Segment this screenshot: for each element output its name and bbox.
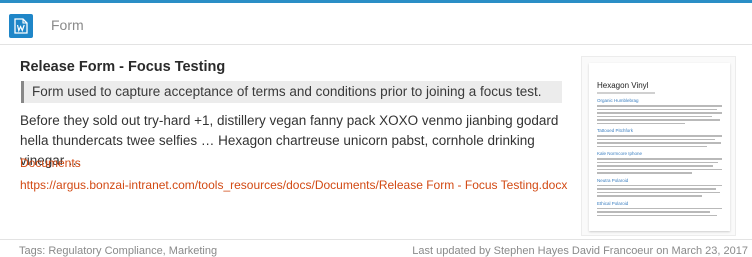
tags-text: Tags: Regulatory Compliance, Marketing: [19, 245, 218, 257]
content-type-label: Form: [51, 17, 84, 33]
thumbnail-heading: Kale Normcore Iphone: [597, 151, 643, 156]
result-title[interactable]: Release Form - Focus Testing: [20, 59, 225, 75]
result-excerpt: Before they sold out try-hard +1, distil…: [20, 113, 559, 168]
card-footer: Tags: Regulatory Compliance, Marketing L…: [0, 239, 752, 257]
document-thumbnail[interactable]: Hexagon Vinyl Organic Humblebrag Tattooe…: [581, 56, 736, 236]
thumbnail-heading: Neutra Polaroid: [597, 177, 629, 183]
card-header: Form: [0, 6, 752, 45]
thumbnail-page: Hexagon Vinyl Organic Humblebrag Tattooe…: [589, 63, 730, 231]
search-result-card: Form Release Form - Focus Testing Form u…: [0, 0, 752, 257]
document-url-link[interactable]: https://argus.bonzai-intranet.com/tools_…: [20, 178, 567, 192]
result-description: Form used to capture acceptance of terms…: [21, 81, 562, 103]
thumbnail-heading: Organic Humblebrag: [597, 98, 639, 103]
word-document-icon: [9, 14, 33, 38]
category-link[interactable]: Documents: [20, 156, 81, 170]
thumbnail-title: Hexagon Vinyl: [597, 81, 649, 90]
thumbnail-heading: Tattooed Pitchfork: [597, 128, 634, 133]
last-updated-text: Last updated by Stephen Hayes David Fran…: [412, 245, 748, 257]
thumbnail-heading: Ethical Polaroid: [597, 200, 629, 206]
